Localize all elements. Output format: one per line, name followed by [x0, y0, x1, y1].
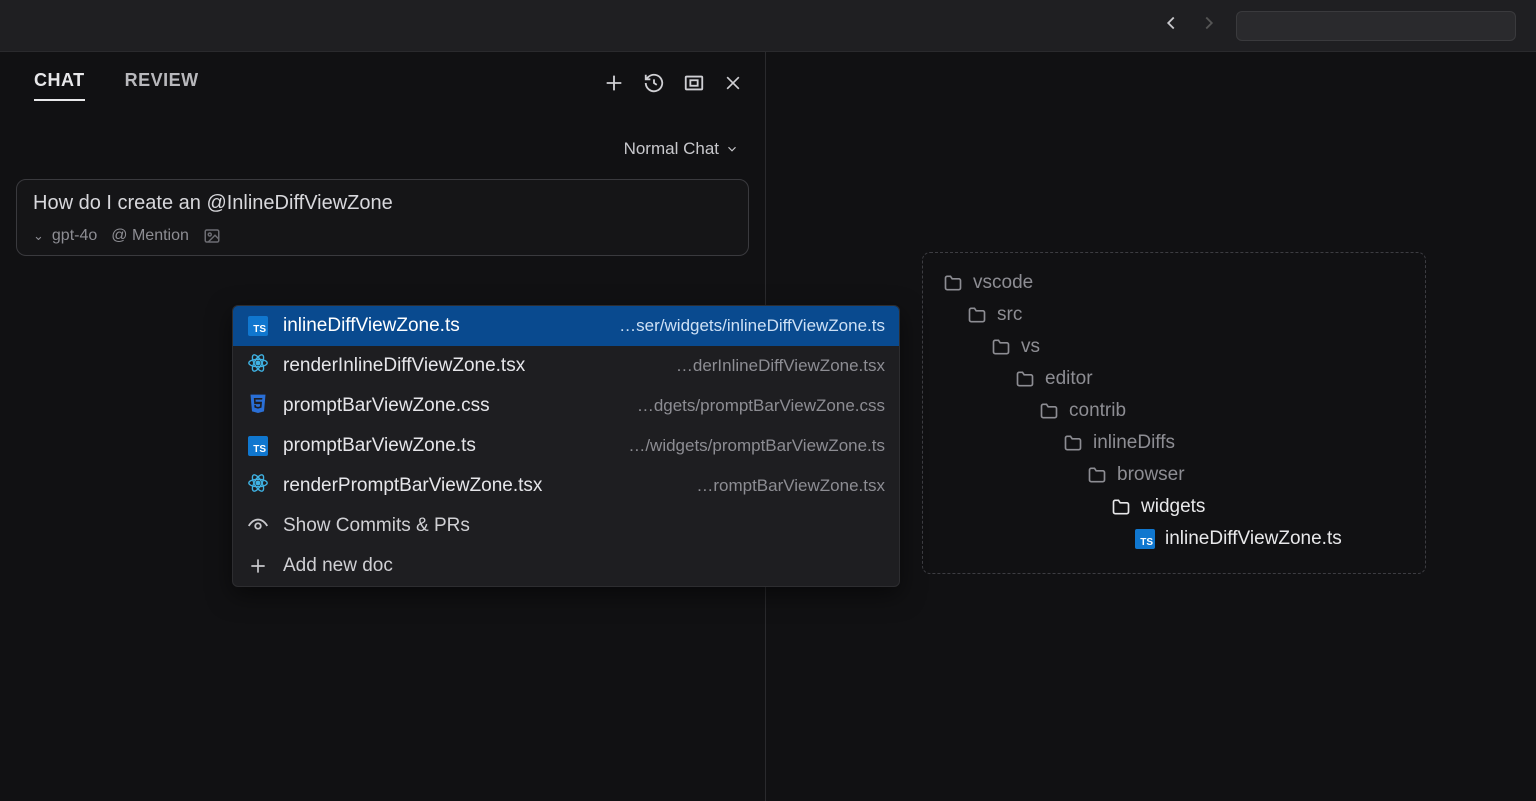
folder-icon	[991, 337, 1011, 357]
new-chat-icon[interactable]	[603, 72, 625, 99]
eye-icon	[247, 515, 269, 537]
suggestion-name: promptBarViewZone.css	[283, 395, 490, 417]
tree-label: browser	[1117, 464, 1185, 486]
suggestion-name: renderPromptBarViewZone.tsx	[283, 475, 542, 497]
suggestion-row[interactable]: renderPromptBarViewZone.tsx …romptBarView…	[233, 466, 899, 506]
suggestion-name: inlineDiffViewZone.ts	[283, 315, 460, 337]
suggestion-action-commits[interactable]: Show Commits & PRs	[233, 506, 899, 546]
image-attach-icon[interactable]	[203, 227, 221, 245]
suggestion-path: …/widgets/promptBarViewZone.ts	[628, 436, 885, 456]
ts-file-icon: TS	[248, 316, 268, 336]
tree-label: vscode	[973, 272, 1033, 294]
chat-input-card[interactable]: How do I create an @InlineDiffViewZone ⌄…	[16, 179, 749, 256]
tree-folder[interactable]: widgets	[943, 491, 1409, 523]
chat-input-text[interactable]: How do I create an @InlineDiffViewZone	[33, 192, 732, 215]
ts-file-icon: TS	[248, 436, 268, 456]
tab-review[interactable]: REVIEW	[125, 70, 199, 101]
suggestion-path: …dgets/promptBarViewZone.css	[637, 396, 885, 416]
suggestion-row[interactable]: renderInlineDiffViewZone.tsx …derInlineDi…	[233, 346, 899, 386]
tab-chat[interactable]: CHAT	[34, 70, 85, 101]
tree-folder[interactable]: src	[943, 299, 1409, 331]
folder-icon	[1015, 369, 1035, 389]
chat-text-mention: @InlineDiffViewZone	[206, 192, 392, 215]
tree-label: editor	[1045, 368, 1093, 390]
mention-button[interactable]: @ Mention	[111, 227, 189, 245]
tree-folder[interactable]: vs	[943, 331, 1409, 363]
folder-icon	[1063, 433, 1083, 453]
suggestion-path: …derInlineDiffViewZone.tsx	[676, 356, 885, 376]
tree-folder[interactable]: editor	[943, 363, 1409, 395]
tree-folder[interactable]: vscode	[943, 267, 1409, 299]
react-file-icon	[247, 472, 269, 500]
folder-icon	[1087, 465, 1107, 485]
model-label: gpt-4o	[52, 227, 97, 245]
fullscreen-icon[interactable]	[683, 72, 705, 99]
tree-file[interactable]: TS inlineDiffViewZone.ts	[943, 523, 1409, 555]
suggestion-name: promptBarViewZone.ts	[283, 435, 476, 457]
tree-label: inlineDiffs	[1093, 432, 1175, 454]
mode-selector[interactable]: Normal Chat	[624, 139, 739, 159]
action-label: Add new doc	[283, 555, 393, 577]
mention-suggestions: TS inlineDiffViewZone.ts …ser/widgets/inli…	[232, 305, 900, 587]
top-bar	[0, 0, 1536, 52]
folder-icon	[1111, 497, 1131, 517]
left-panel: CHAT REVIEW Normal Chat	[0, 52, 766, 801]
suggestion-row[interactable]: TS inlineDiffViewZone.ts …ser/widgets/inli…	[233, 306, 899, 346]
tree-label: vs	[1021, 336, 1040, 358]
folder-icon	[943, 273, 963, 293]
nav-back-icon[interactable]	[1160, 12, 1182, 40]
tree-folder[interactable]: browser	[943, 459, 1409, 491]
tree-label: inlineDiffViewZone.ts	[1165, 528, 1342, 550]
tree-label: contrib	[1069, 400, 1126, 422]
tree-label: widgets	[1141, 496, 1205, 518]
url-box[interactable]	[1236, 11, 1516, 41]
tree-label: src	[997, 304, 1022, 326]
suggestion-path: …romptBarViewZone.tsx	[696, 476, 885, 496]
mode-label: Normal Chat	[624, 139, 719, 159]
tree-folder[interactable]: inlineDiffs	[943, 427, 1409, 459]
model-selector[interactable]: ⌄ gpt-4o	[33, 227, 97, 245]
folder-icon	[967, 305, 987, 325]
panel-tabs: CHAT REVIEW	[34, 70, 199, 101]
suggestion-row[interactable]: promptBarViewZone.css …dgets/promptBarVie…	[233, 386, 899, 426]
chevron-down-icon	[725, 142, 739, 156]
tree-folder[interactable]: contrib	[943, 395, 1409, 427]
file-tree-card: vscode src vseditor contrib inlineDiffs brows…	[922, 252, 1426, 574]
folder-icon	[1039, 401, 1059, 421]
suggestion-path: …ser/widgets/inlineDiffViewZone.ts	[619, 316, 885, 336]
mention-label: @ Mention	[111, 227, 189, 245]
close-icon[interactable]	[723, 73, 743, 98]
suggestion-row[interactable]: TS promptBarViewZone.ts …/widgets/promptBa…	[233, 426, 899, 466]
action-label: Show Commits & PRs	[283, 515, 470, 537]
suggestion-action-add-doc[interactable]: Add new doc	[233, 546, 899, 586]
ts-file-icon: TS	[1135, 529, 1155, 549]
css-file-icon	[248, 393, 268, 419]
plus-icon	[247, 555, 269, 577]
react-file-icon	[247, 352, 269, 380]
chat-text-prefix: How do I create an	[33, 192, 206, 215]
suggestion-name: renderInlineDiffViewZone.tsx	[283, 355, 525, 377]
chevron-down-icon: ⌄	[33, 228, 44, 244]
history-icon[interactable]	[643, 72, 665, 99]
nav-forward-icon[interactable]	[1198, 12, 1220, 40]
